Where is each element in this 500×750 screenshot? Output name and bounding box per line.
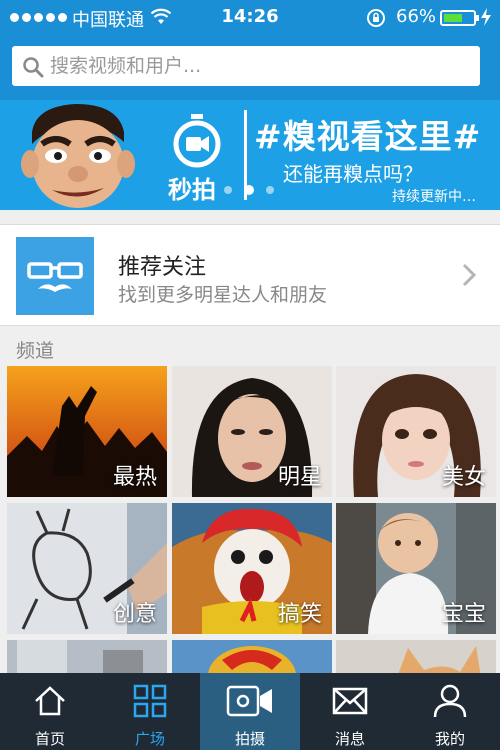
channel-tile-celebrity[interactable]: 明星 [172,366,332,497]
channel-tile-funny[interactable]: 搞笑 [172,503,332,634]
page-dot [244,185,254,195]
video-camera-icon [226,685,272,717]
search-box[interactable] [12,46,480,86]
channel-label: 创意 [112,602,157,627]
page-dot [224,186,232,194]
tab-square[interactable]: 广场 [100,673,200,750]
rotation-lock-icon [366,8,386,32]
person-icon [433,684,467,718]
battery-percent: 66% [396,6,437,27]
recommend-follow-row[interactable]: 推荐关注 找到更多明星达人和朋友 [0,224,500,326]
page-dot [266,186,274,194]
tab-messages[interactable]: 消息 [300,673,400,750]
recommend-title: 推荐关注 [118,255,207,280]
channel-tile-baby[interactable]: 宝宝 [336,503,496,634]
tab-record[interactable]: 拍摄 [200,673,300,750]
banner-page-indicator [224,185,274,195]
channels-heading: 频道 [16,340,55,362]
banner-brand: 秒拍 [168,176,216,204]
channel-label: 美女 [441,465,486,490]
mustache-glasses-icon [16,237,94,315]
stopwatch-camera-icon [172,114,222,172]
channel-tile-creative[interactable]: 创意 [7,503,167,634]
banner-headline: #糗视看这里# [254,117,482,156]
channel-label: 宝宝 [441,602,486,627]
search-icon [22,56,44,82]
banner-tagline: 持续更新中… [392,189,476,205]
channel-label: 最热 [112,465,157,490]
tab-label: 消息 [334,730,365,748]
tab-label: 广场 [134,730,165,748]
home-icon [35,686,65,716]
cartoon-face-image [21,104,135,208]
channel-tile-beauty[interactable]: 美女 [336,366,496,497]
tab-home[interactable]: 首页 [0,673,100,750]
recommend-subtitle: 找到更多明星达人和朋友 [118,284,328,306]
bottom-tab-bar: 首页 广场 拍摄 消息 我的 [0,673,500,750]
tab-label: 我的 [434,730,465,748]
tab-label: 首页 [34,730,65,748]
battery-icon [440,10,479,26]
charging-bolt-icon [480,7,492,31]
screen: 中国联通 14:26 66% 搜索视频和用户... 秒拍 #糗视看这里# 还能再… [0,0,500,750]
grid-icon [133,684,167,718]
channel-label: 搞笑 [277,602,322,627]
chevron-right-icon [462,263,477,291]
status-bar: 中国联通 14:26 66% [0,0,500,36]
tab-label: 拍摄 [234,730,265,748]
mail-icon [332,687,368,715]
channel-tile-hot[interactable]: 最热 [7,366,167,497]
banner-subline: 还能再糗点吗？ [283,162,423,186]
tab-profile[interactable]: 我的 [400,673,500,750]
search-header [0,36,500,100]
channel-label: 明星 [277,465,322,490]
search-input[interactable] [50,46,470,86]
